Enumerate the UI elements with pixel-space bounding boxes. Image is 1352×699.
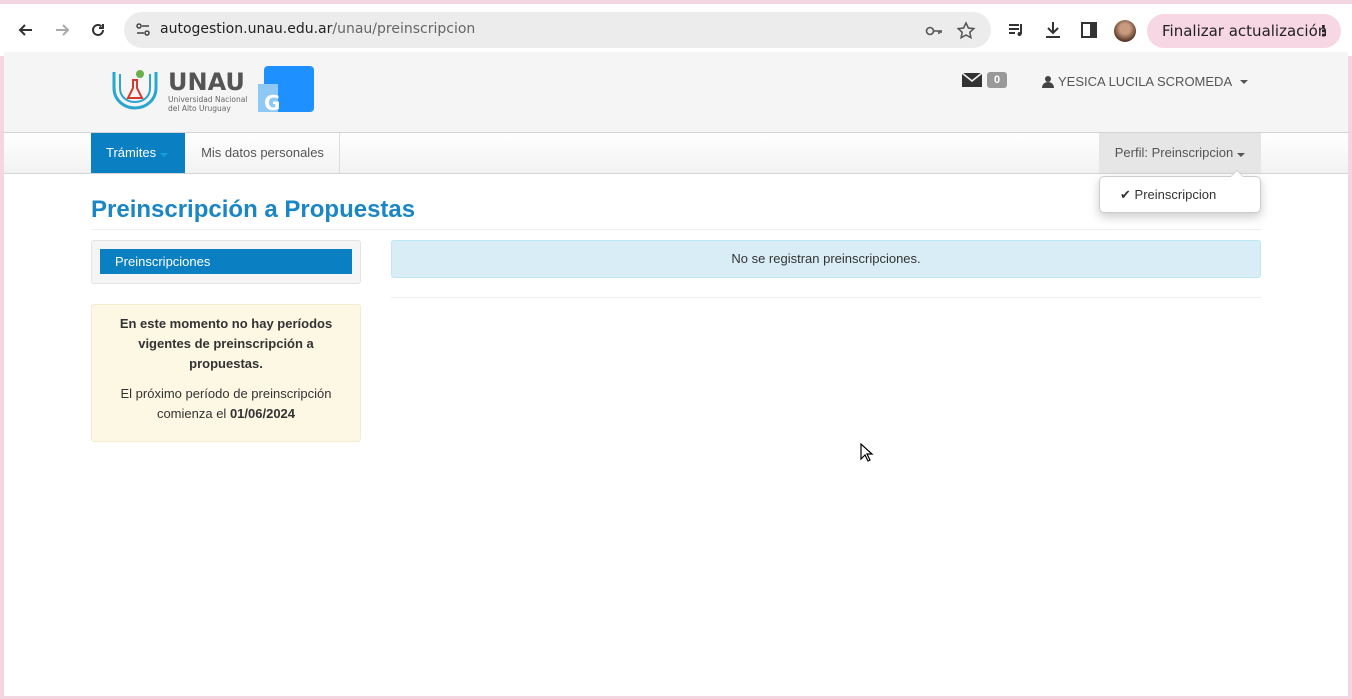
address-bar[interactable]: autogestion.unau.edu.ar/unau/preinscripc…: [124, 12, 991, 48]
browser-chrome: autogestion.unau.edu.ar/unau/preinscripc…: [0, 0, 1352, 56]
bookmark-star-icon[interactable]: [956, 21, 976, 41]
user-icon: [1042, 76, 1054, 88]
svg-text:del Alto Uruguay: del Alto Uruguay: [168, 104, 231, 113]
user-name: YESICA LUCILA SCROMEDA: [1058, 74, 1233, 89]
media-queue-icon[interactable]: [1007, 20, 1027, 40]
profile-avatar[interactable]: [1114, 20, 1136, 42]
forward-icon[interactable]: [50, 18, 74, 42]
messages-link[interactable]: 0: [961, 72, 1008, 88]
page-title: Preinscripción a Propuestas: [91, 196, 416, 223]
key-icon[interactable]: [924, 21, 944, 41]
divider: [91, 229, 1261, 230]
site-info-icon[interactable]: [134, 21, 152, 39]
caret-down-icon: [1240, 79, 1249, 84]
unau-logo[interactable]: UNAU Universidad Nacional del Alto Urugu…: [112, 66, 322, 116]
caret-down-icon: [160, 153, 169, 157]
side-menu: Preinscripciones: [91, 240, 361, 284]
user-menu[interactable]: YESICA LUCILA SCROMEDA: [1042, 74, 1249, 89]
url-text: autogestion.unau.edu.ar/unau/preinscripc…: [160, 21, 476, 37]
site-header: UNAU Universidad Nacional del Alto Urugu…: [4, 52, 1348, 132]
nav-perfil[interactable]: Perfil: Preinscripcion: [1099, 133, 1261, 173]
back-icon[interactable]: [14, 18, 38, 42]
svg-text:G: G: [264, 91, 280, 115]
warning-date: 01/06/2024: [229, 406, 296, 421]
svg-text:Universidad Nacional: Universidad Nacional: [168, 95, 247, 104]
update-button[interactable]: Finalizar actualización ⋮: [1147, 14, 1341, 48]
warning-box: En este momento no hay períodos vigentes…: [91, 304, 361, 442]
download-icon[interactable]: [1043, 20, 1063, 40]
nav-tramites[interactable]: Trámites: [91, 133, 185, 173]
mouse-cursor: [860, 442, 874, 463]
envelope-icon: [961, 72, 983, 87]
info-alert: No se registran preinscripciones.: [391, 240, 1261, 278]
main-navbar: Trámites Mis datos personales Perfil: Pr…: [4, 132, 1348, 174]
reload-icon[interactable]: [86, 18, 110, 42]
side-panel-icon[interactable]: [1079, 20, 1099, 40]
perfil-dropdown: ✔ Preinscripcion: [1099, 170, 1261, 213]
caret-down-icon: [1237, 153, 1246, 157]
warning-heading: En este momento no hay períodos vigentes…: [119, 316, 333, 371]
divider: [391, 297, 1261, 298]
svg-text:UNAU: UNAU: [168, 68, 245, 96]
nav-mis-datos[interactable]: Mis datos personales: [185, 133, 340, 173]
web-page: UNAU Universidad Nacional del Alto Urugu…: [4, 52, 1348, 696]
mail-count-badge: 0: [987, 72, 1008, 88]
side-tab-preinscripciones[interactable]: Preinscripciones: [100, 249, 352, 274]
menu-dots-icon[interactable]: ⋮: [1316, 14, 1331, 48]
check-icon: ✔: [1120, 187, 1131, 202]
dropdown-item-preinscripcion[interactable]: ✔ Preinscripcion: [1120, 187, 1216, 203]
warning-text: El próximo período de preinscripción com…: [120, 386, 332, 421]
